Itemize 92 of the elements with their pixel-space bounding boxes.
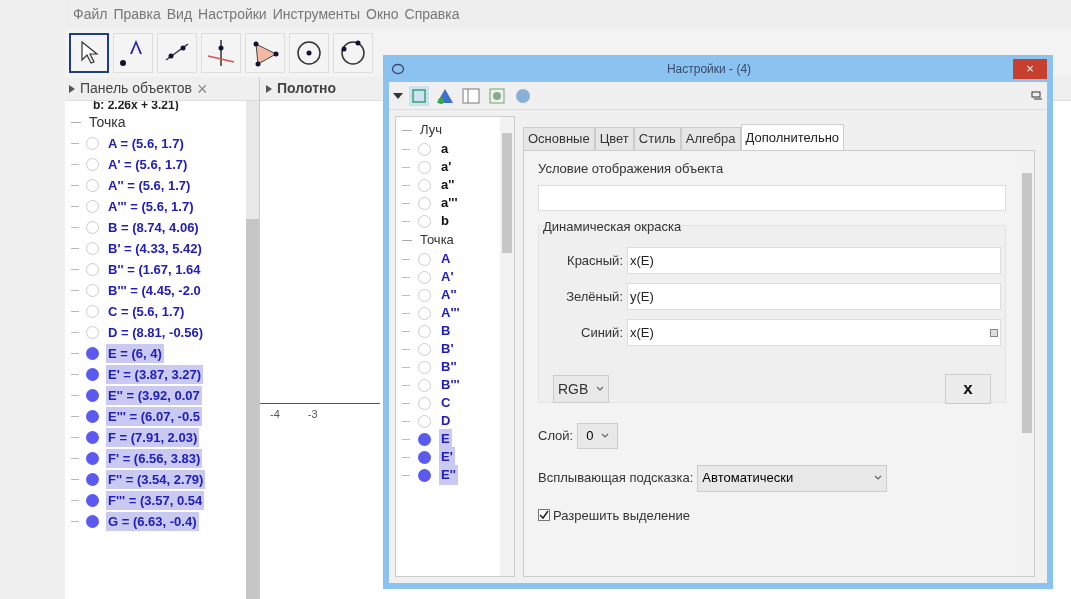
- color-mode-dropdown[interactable]: RGB: [553, 375, 610, 403]
- scrollbar[interactable]: [500, 117, 514, 576]
- dialog-title: Настройки - (4): [665, 60, 753, 78]
- tree-item[interactable]: A'': [439, 285, 459, 305]
- dropdown-arrow-icon[interactable]: [393, 92, 403, 99]
- tree-item[interactable]: B'': [439, 357, 459, 377]
- menu-item[interactable]: Файл: [73, 4, 108, 26]
- tab[interactable]: Алгебра: [680, 127, 741, 150]
- tree-item[interactable]: B''': [439, 375, 462, 395]
- clear-button[interactable]: x: [945, 374, 991, 404]
- group-label: Точка: [89, 112, 126, 132]
- menu-item[interactable]: Инструменты: [272, 4, 360, 26]
- algebra-item[interactable]: B''' = (4.45, -2.0: [106, 280, 203, 301]
- app-logo-icon: [391, 61, 405, 76]
- table-layout-icon[interactable]: [461, 85, 481, 106]
- expand-icon[interactable]: [266, 84, 272, 93]
- algebra-item[interactable]: B = (8.74, 4.06): [106, 217, 201, 238]
- panel-title: Полотно: [277, 79, 337, 98]
- menu-item[interactable]: Настройки: [198, 4, 267, 26]
- tree-item[interactable]: B: [439, 321, 453, 341]
- algebra-item[interactable]: A'' = (5.6, 1.7): [106, 175, 193, 196]
- algebra-item[interactable]: D = (8.81, -0.56): [106, 322, 206, 343]
- panel-title: Панель объектов: [80, 79, 192, 98]
- menu-item[interactable]: Справка: [404, 4, 460, 26]
- tree-item[interactable]: a': [439, 157, 454, 177]
- close-button[interactable]: ×: [1013, 58, 1047, 79]
- tree-item[interactable]: C: [439, 393, 453, 413]
- scrollbar[interactable]: [246, 101, 259, 599]
- keyboard-icon[interactable]: [990, 328, 998, 337]
- graphics-tab-icon[interactable]: [409, 85, 429, 106]
- algebra-item[interactable]: F''' = (3.57, 0.54: [106, 490, 205, 511]
- tree-item[interactable]: a: [439, 139, 451, 159]
- algebra-item[interactable]: E''' = (6.07, -0.5: [106, 406, 202, 427]
- algebra-item-partial: b: 2.26x + 3.21): [92, 101, 179, 111]
- tab[interactable]: Стиль: [633, 127, 681, 150]
- expression-field[interactable]: y(E): [627, 283, 1001, 310]
- tree-group-label[interactable]: Луч: [420, 120, 442, 140]
- algebra-item[interactable]: F = (7.91, 2.03): [106, 427, 200, 448]
- tab[interactable]: Цвет: [594, 127, 634, 150]
- algebra-item[interactable]: G = (6.63, -0.4): [106, 511, 199, 532]
- section-title: Динамическая окраска: [543, 217, 683, 236]
- layer-dropdown[interactable]: 0: [577, 422, 619, 449]
- menu-item[interactable]: Вид: [166, 4, 193, 26]
- check-icon: [539, 510, 549, 521]
- tree-item[interactable]: E'': [439, 465, 458, 485]
- tree-item[interactable]: E': [439, 447, 455, 467]
- tree-item[interactable]: A: [439, 249, 453, 269]
- algebra-item[interactable]: B' = (4.33, 5.42): [106, 238, 204, 259]
- tree-group-label[interactable]: Точка: [420, 230, 454, 250]
- chevron-down-icon: [596, 386, 605, 392]
- view-icon[interactable]: [487, 85, 507, 106]
- algebra-item[interactable]: E'' = (3.92, 0.07: [106, 385, 202, 406]
- field-label: Всплывающая подсказка:: [538, 469, 694, 488]
- menu-item[interactable]: Окно: [366, 4, 399, 26]
- checkbox[interactable]: [538, 509, 550, 522]
- condition-field[interactable]: [538, 184, 1006, 211]
- tree-item[interactable]: a''': [439, 193, 460, 213]
- tree-item[interactable]: b: [439, 211, 451, 231]
- field-label: Слой:: [538, 426, 574, 445]
- algebra-item[interactable]: C = (5.6, 1.7): [106, 301, 187, 322]
- algebra-item[interactable]: F' = (6.56, 3.83): [106, 448, 203, 469]
- expression-field[interactable]: x(E): [627, 247, 1001, 274]
- tree-item[interactable]: E: [439, 429, 452, 449]
- tab[interactable]: Основные: [523, 127, 595, 150]
- toolbar-button[interactable]: [69, 33, 109, 74]
- algebra-item[interactable]: E = (6, 4): [106, 343, 164, 364]
- restore-icon[interactable]: [1031, 90, 1043, 101]
- algebra-item[interactable]: A''' = (5.6, 1.7): [106, 196, 196, 217]
- algebra-item[interactable]: E' = (3.87, 3.27): [106, 364, 204, 385]
- expand-icon[interactable]: [69, 84, 75, 93]
- tree-item[interactable]: A''': [439, 303, 462, 323]
- field-label: Красный:: [566, 251, 623, 270]
- field-label: Зелёный:: [565, 287, 623, 306]
- tooltip-dropdown[interactable]: Автоматически: [697, 464, 888, 492]
- chevron-down-icon: [874, 475, 883, 481]
- axis-tick-label: -4: [270, 407, 280, 422]
- expression-field[interactable]: x(E): [627, 319, 1001, 346]
- checkbox-label: Разрешить выделение: [553, 506, 690, 525]
- axis-tick-label: -3: [307, 407, 318, 422]
- tree-item[interactable]: A': [439, 267, 456, 287]
- algebra-item[interactable]: A' = (5.6, 1.7): [106, 154, 190, 175]
- tree-item[interactable]: a'': [439, 175, 457, 195]
- tree-item[interactable]: B': [439, 339, 456, 359]
- chevron-down-icon: [601, 432, 610, 439]
- section-title: Условие отображения объекта: [538, 160, 725, 178]
- algebra-item[interactable]: A = (5.6, 1.7): [106, 133, 186, 154]
- tab[interactable]: Дополнительно: [740, 124, 845, 150]
- menu-item[interactable]: Правка: [113, 4, 161, 26]
- algebra-item[interactable]: F'' = (3.54, 2.79): [106, 469, 206, 490]
- algebra-item[interactable]: B'' = (1.67, 1.64: [106, 259, 203, 280]
- field-label: Синий:: [580, 323, 623, 342]
- tree-item[interactable]: D: [439, 411, 453, 431]
